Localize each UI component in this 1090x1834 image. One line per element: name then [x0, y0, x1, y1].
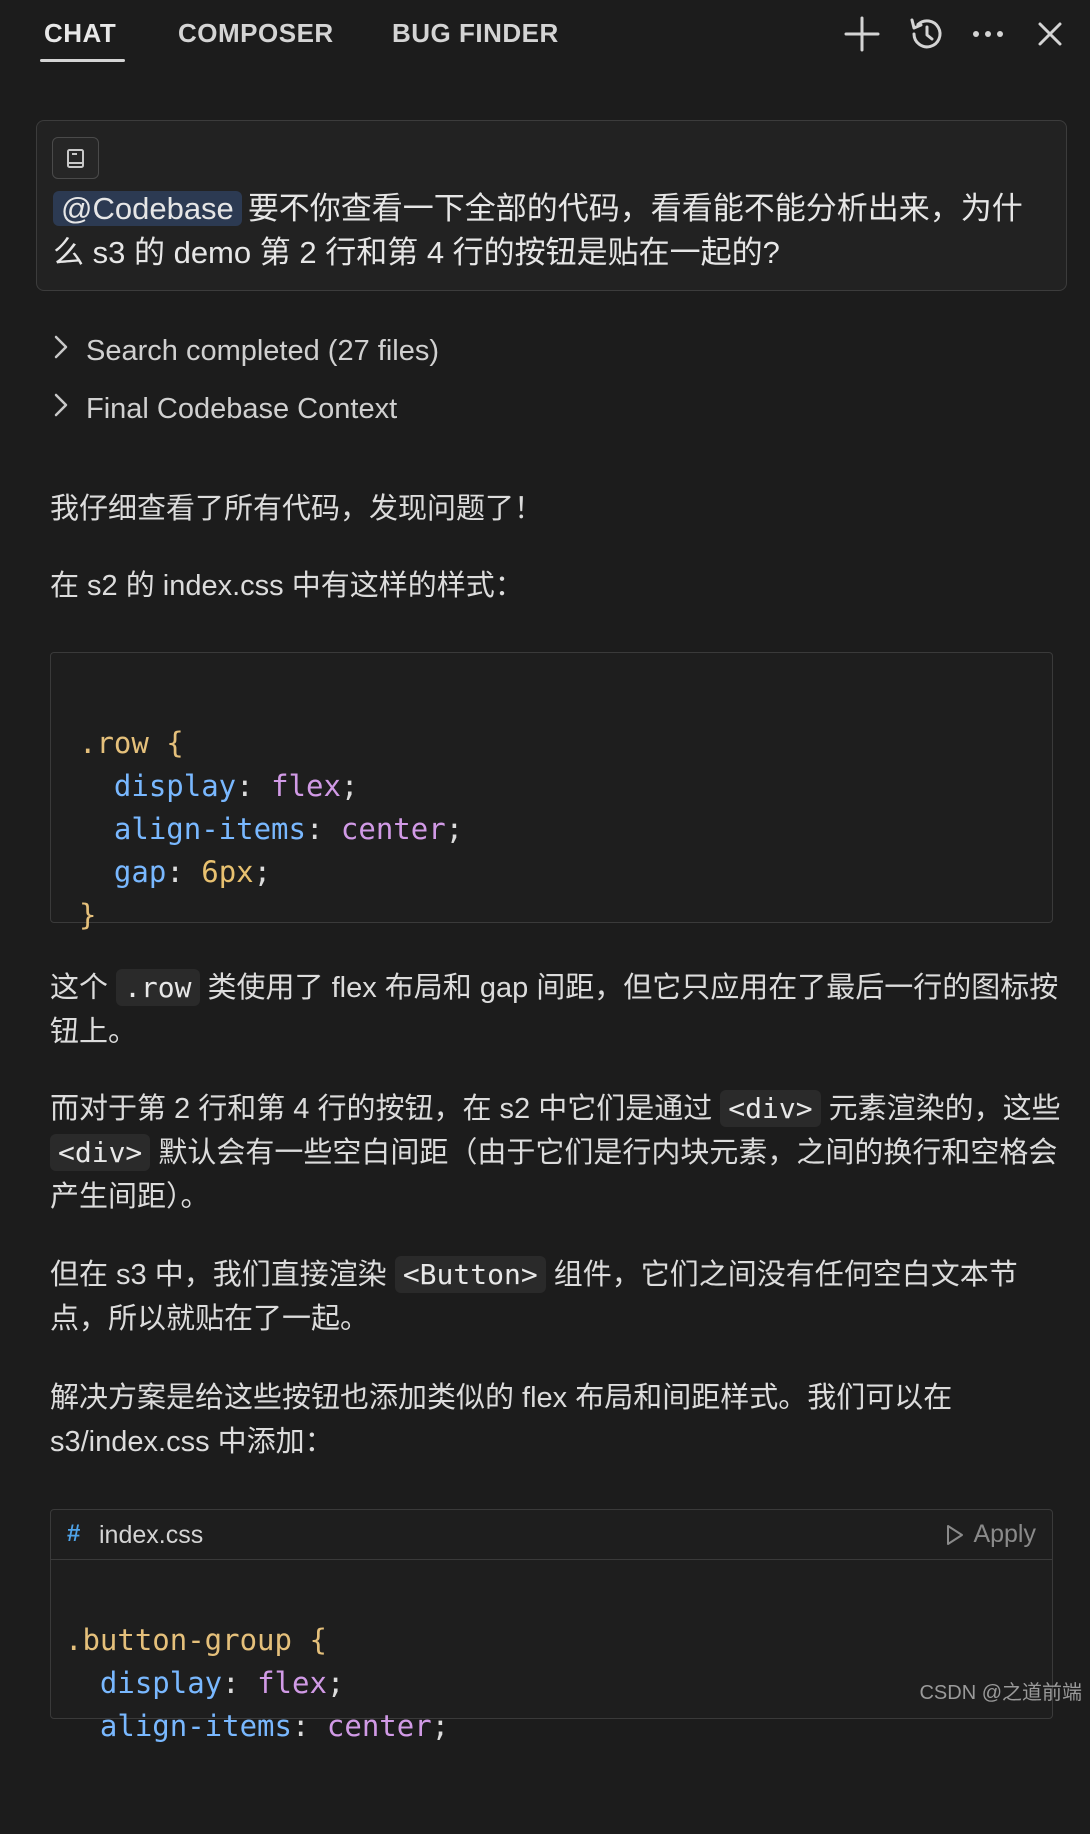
- search-completed-label: Search completed (27 files): [86, 334, 439, 367]
- chevron-right-icon: [52, 392, 86, 426]
- paragraph-text: 而对于第 2 行和第 4 行的按钮，在 s2 中它们是通过: [50, 1093, 721, 1125]
- code-property: align-items: [113, 812, 306, 846]
- close-icon[interactable]: [1030, 14, 1070, 54]
- context-button[interactable]: [52, 137, 99, 179]
- code-property: display: [113, 769, 237, 803]
- code-block-button-group: # index.css Apply .button-group { displa…: [50, 1509, 1053, 1743]
- codebase-context-label: Final Codebase Context: [86, 392, 398, 425]
- paragraph-text: 默认会有一些空白间距（由于它们是行内块元素，之间的换行和空格会产生间距）。: [50, 1137, 1058, 1213]
- tab-bug-finder[interactable]: BUG FINDER: [392, 18, 559, 62]
- codebase-context-row[interactable]: Final Codebase Context: [52, 392, 397, 432]
- panel-header: CHAT COMPOSER BUG FINDER: [0, 0, 1090, 70]
- book-icon: [67, 149, 84, 168]
- history-icon[interactable]: [906, 14, 946, 54]
- play-icon: [947, 1525, 964, 1546]
- plus-icon[interactable]: [842, 14, 882, 54]
- code-property: gap: [113, 855, 167, 889]
- answer-paragraph: 这个 .row 类使用了 flex 布局和 gap 间距，但它只应用在了最后一行…: [50, 966, 1065, 1054]
- answer-paragraph: 但在 s3 中，我们直接渲染 <Button> 组件，它们之间没有任何空白文本节…: [50, 1253, 1065, 1341]
- watermark: CSDN @之道前端: [919, 1682, 1082, 1704]
- chevron-right-icon: [52, 334, 86, 368]
- apply-button[interactable]: Apply: [945, 1520, 1036, 1549]
- user-message-text: @Codebase 要不你查看一下全部的代码，看看能不能分析出来，为什么 s3 的…: [53, 187, 1053, 275]
- code-brace: {: [291, 1623, 327, 1657]
- code-brace: {: [148, 726, 184, 760]
- paragraph-text: 元素渲染的，这些: [820, 1093, 1061, 1125]
- apply-label: Apply: [973, 1520, 1036, 1548]
- code-value: 6px: [201, 855, 254, 889]
- codebase-mention[interactable]: @Codebase: [53, 191, 242, 226]
- tab-composer[interactable]: COMPOSER: [178, 18, 334, 62]
- inline-code: <Button>: [394, 1256, 546, 1293]
- answer-paragraph: 而对于第 2 行和第 4 行的按钮，在 s2 中它们是通过 <div> 元素渲染…: [50, 1087, 1065, 1219]
- code-value: center: [340, 812, 446, 846]
- code-property: display: [99, 1666, 223, 1700]
- code-selector: .row: [79, 726, 149, 760]
- paragraph-text: 这个: [50, 972, 117, 1004]
- code-block-row: .row { display: flex; align-items: cente…: [50, 652, 1053, 932]
- inline-code: <div>: [720, 1090, 821, 1127]
- css-file-icon: #: [67, 1520, 81, 1547]
- user-message: @Codebase 要不你查看一下全部的代码，看看能不能分析出来，为什么 s3 的…: [36, 120, 1067, 291]
- tab-chat[interactable]: CHAT: [44, 18, 116, 62]
- search-completed-row[interactable]: Search completed (27 files): [52, 334, 439, 374]
- answer-paragraph: 我仔细查看了所有代码，发现问题了！: [50, 493, 544, 525]
- code-value: flex: [257, 1666, 327, 1700]
- code-brace: }: [79, 898, 97, 932]
- active-tab-indicator: [40, 59, 125, 62]
- code-property: align-items: [99, 1709, 292, 1743]
- inline-code: .row: [116, 969, 200, 1006]
- code-block-header: # index.css Apply: [51, 1510, 1052, 1560]
- code-value: center: [326, 1709, 432, 1743]
- more-icon[interactable]: [968, 14, 1008, 54]
- code-value: flex: [271, 769, 341, 803]
- inline-code: <div>: [50, 1134, 151, 1171]
- answer-paragraph: 在 s2 的 index.css 中有这样的样式：: [50, 570, 524, 602]
- answer-paragraph: 解决方案是给这些按钮也添加类似的 flex 布局和间距样式。我们可以在 s3/i…: [50, 1382, 953, 1458]
- code-selector: .button-group: [65, 1623, 292, 1657]
- code-filename: index.css: [99, 1521, 204, 1549]
- paragraph-text: 类使用了 flex 布局和 gap 间距，但它只应用在了最后一行的图标按钮上。: [50, 972, 1059, 1048]
- paragraph-text: 但在 s3 中，我们直接渲染: [50, 1259, 395, 1291]
